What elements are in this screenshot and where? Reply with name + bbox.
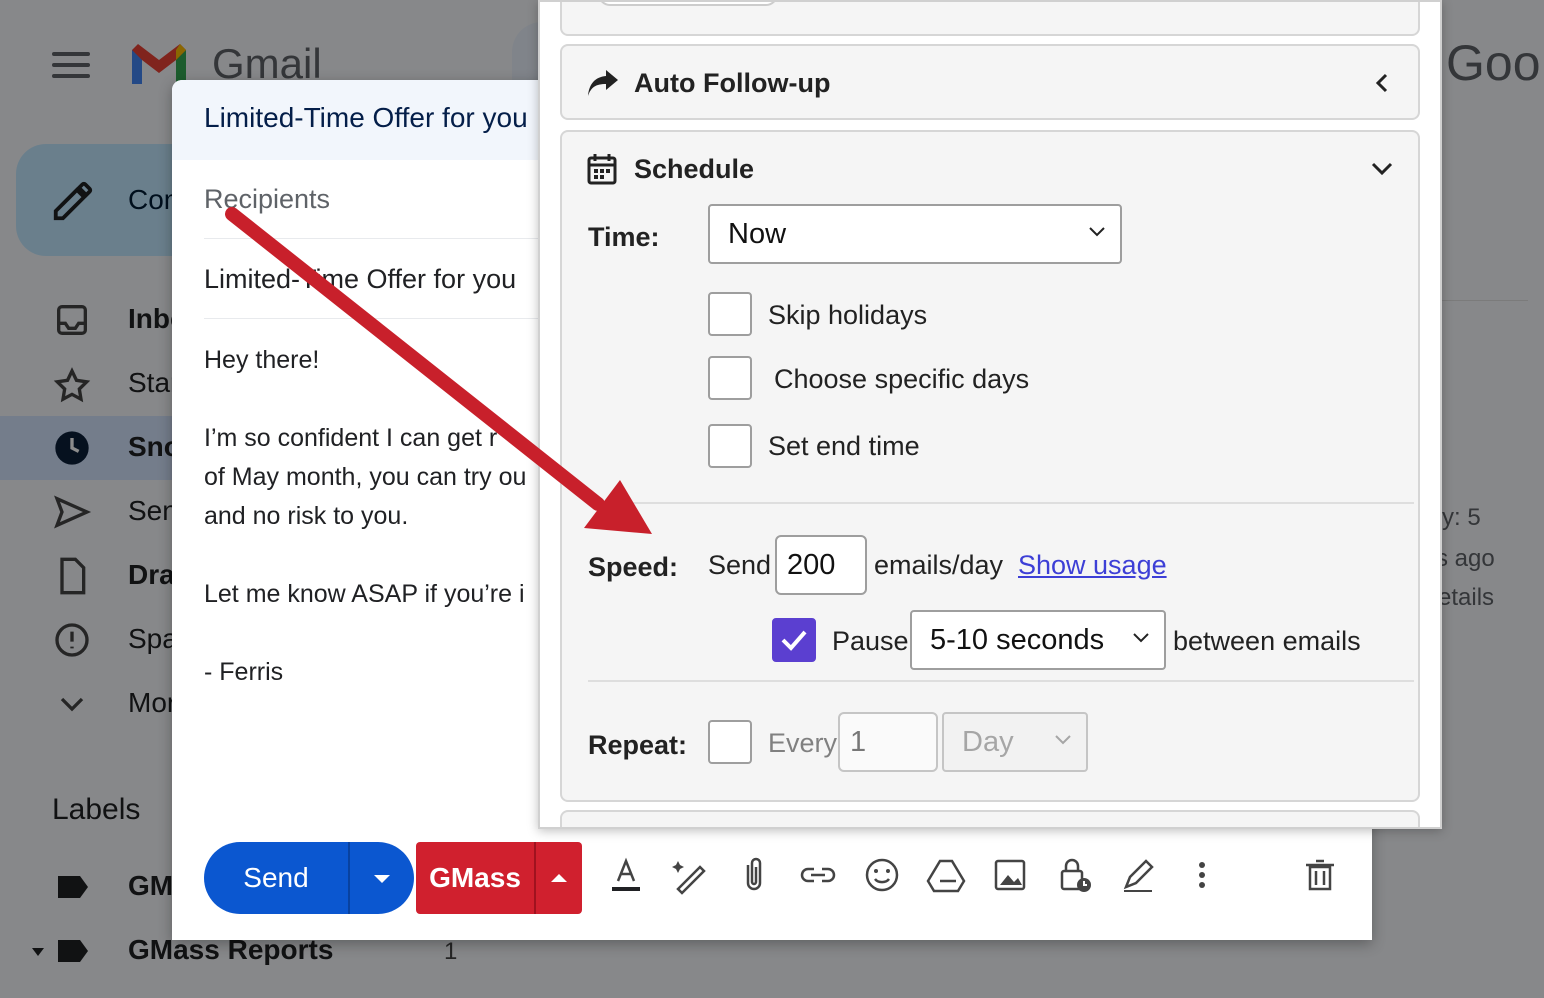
send-button-group: Send: [204, 842, 414, 914]
chevron-down-icon: [1089, 227, 1105, 237]
set-end-time-label: Set end time: [768, 431, 920, 461]
body-line[interactable]: I’m so confident I can get r: [204, 424, 538, 453]
body-line[interactable]: of May month, you can try ou: [204, 463, 538, 492]
skip-holidays-label: Skip holidays: [768, 300, 928, 330]
settings-section-partial: [560, 810, 1420, 827]
repeat-unit-select[interactable]: Day: [942, 712, 1088, 772]
gmass-settings-panel: Auto Follow-up Schedule Time: Now Skip h…: [538, 0, 1442, 829]
settings-section-partial: [560, 2, 1420, 36]
speed-label: Speed:: [588, 552, 679, 582]
repeat-unit-value: Day: [962, 726, 1014, 758]
chevron-down-icon: [1133, 633, 1149, 643]
confidential-lock-icon[interactable]: [1054, 855, 1094, 895]
body-line[interactable]: Let me know ASAP if you’re i: [204, 580, 538, 609]
gmass-settings-caret-icon[interactable]: [536, 842, 582, 914]
pause-duration-value: 5-10 seconds: [930, 624, 1105, 656]
pill-button[interactable]: [598, 2, 778, 6]
repeat-label: Repeat:: [588, 730, 688, 760]
reply-forward-icon: [588, 70, 618, 96]
body-line[interactable]: - Ferris: [204, 658, 538, 687]
emoji-icon[interactable]: [862, 855, 902, 895]
pause-duration-select[interactable]: 5-10 seconds: [910, 610, 1166, 670]
body-line[interactable]: Hey there!: [204, 346, 538, 375]
set-end-time-checkbox[interactable]: [708, 424, 752, 468]
more-vert-icon[interactable]: [1182, 855, 1222, 895]
body-line[interactable]: and no risk to you.: [204, 502, 538, 531]
pause-checkbox[interactable]: [772, 618, 816, 662]
attachment-icon[interactable]: [734, 855, 774, 895]
send-options-caret-icon[interactable]: [350, 842, 414, 914]
send-word: Send: [708, 550, 772, 580]
choose-days-label: Choose specific days: [774, 364, 1030, 394]
checkmark-icon: [781, 630, 807, 651]
repeat-checkbox[interactable]: [708, 720, 752, 764]
schedule-section: Schedule Time: Now Skip holidays Choose …: [560, 130, 1420, 802]
signature-pen-icon[interactable]: [1118, 855, 1158, 895]
chevron-left-icon[interactable]: [1372, 72, 1392, 94]
show-usage-link[interactable]: Show usage: [1018, 550, 1167, 581]
link-icon[interactable]: [798, 855, 838, 895]
repeat-count-input[interactable]: 1: [838, 712, 938, 772]
calendar-icon: [587, 154, 617, 185]
chevron-down-icon[interactable]: [1370, 160, 1394, 178]
divider: [588, 680, 1414, 682]
magic-pen-icon[interactable]: [670, 855, 710, 895]
between-emails-label: between emails: [1173, 626, 1361, 656]
auto-followup-section[interactable]: Auto Follow-up: [560, 44, 1420, 120]
emails-day-label: emails/day: [874, 550, 1004, 580]
divider: [588, 502, 1414, 504]
gmass-button-group: GMass: [416, 842, 582, 914]
pause-label: Pause: [832, 626, 909, 656]
skip-holidays-checkbox[interactable]: [708, 292, 752, 336]
auto-followup-title: Auto Follow-up: [634, 68, 831, 98]
time-label: Time:: [588, 222, 660, 252]
gmass-button[interactable]: GMass: [416, 842, 534, 914]
trash-icon[interactable]: [1300, 855, 1340, 895]
send-button[interactable]: Send: [204, 842, 348, 914]
chevron-down-icon: [1055, 735, 1071, 745]
time-select-value: Now: [728, 218, 787, 250]
time-select[interactable]: Now: [708, 204, 1122, 264]
drive-icon[interactable]: [926, 855, 966, 895]
compose-title: Limited-Time Offer for you: [204, 102, 528, 133]
choose-days-checkbox[interactable]: [708, 356, 752, 400]
emails-per-day-input[interactable]: 200: [775, 535, 867, 595]
format-text-icon[interactable]: [606, 855, 646, 895]
schedule-title: Schedule: [634, 154, 755, 184]
image-icon[interactable]: [990, 855, 1030, 895]
every-label: Every: [768, 728, 838, 758]
